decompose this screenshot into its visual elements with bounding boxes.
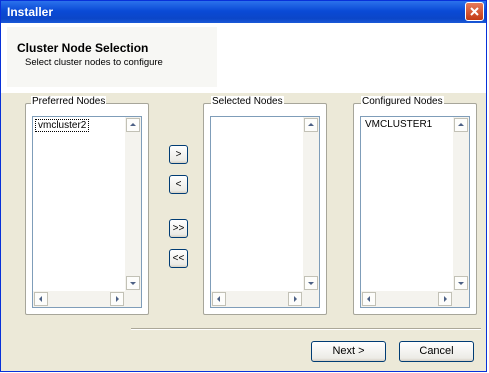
remove-all-nodes-button[interactable]: << bbox=[169, 249, 188, 268]
scroll-right-icon bbox=[116, 296, 119, 302]
page-subtitle: Select cluster nodes to configure bbox=[25, 57, 163, 68]
scroll-up-icon bbox=[308, 123, 314, 126]
selected-nodes-label: Selected Nodes bbox=[211, 96, 284, 107]
preferred-nodes-group: Preferred Nodes vmcluster2 bbox=[25, 96, 149, 315]
footer-divider bbox=[131, 328, 481, 330]
scroll-up-button[interactable] bbox=[304, 118, 318, 132]
installer-window: Installer Cluster Node Selection Select … bbox=[0, 0, 487, 372]
horizontal-scrollbar[interactable] bbox=[361, 291, 453, 307]
scroll-right-icon bbox=[444, 296, 447, 302]
add-node-button[interactable]: > bbox=[169, 145, 188, 164]
scroll-down-icon bbox=[130, 282, 136, 285]
vertical-scrollbar[interactable] bbox=[453, 117, 469, 291]
scrollbar-corner bbox=[453, 291, 469, 307]
scroll-right-button[interactable] bbox=[438, 292, 452, 306]
scroll-down-button[interactable] bbox=[304, 276, 318, 290]
remove-node-button[interactable]: < bbox=[169, 175, 188, 194]
scroll-left-icon bbox=[39, 296, 42, 302]
preferred-nodes-label: Preferred Nodes bbox=[31, 96, 107, 107]
title-bar[interactable]: Installer bbox=[1, 1, 486, 23]
close-icon bbox=[470, 7, 479, 16]
selected-nodes-list[interactable] bbox=[210, 116, 320, 308]
scroll-up-button[interactable] bbox=[454, 118, 468, 132]
list-item[interactable]: vmcluster2 bbox=[35, 119, 90, 132]
page-title: Cluster Node Selection bbox=[17, 41, 149, 55]
selected-nodes-group: Selected Nodes bbox=[203, 96, 327, 315]
cancel-button[interactable]: Cancel bbox=[399, 341, 474, 362]
scroll-left-icon bbox=[367, 296, 370, 302]
scroll-right-button[interactable] bbox=[110, 292, 124, 306]
scroll-left-button[interactable] bbox=[362, 292, 376, 306]
scroll-left-button[interactable] bbox=[212, 292, 226, 306]
configured-nodes-group: Configured Nodes VMCLUSTER1 bbox=[353, 96, 477, 315]
close-button[interactable] bbox=[465, 2, 484, 21]
scroll-up-icon bbox=[130, 123, 136, 126]
configured-nodes-list[interactable]: VMCLUSTER1 bbox=[360, 116, 470, 308]
scroll-left-icon bbox=[217, 296, 220, 302]
scroll-left-button[interactable] bbox=[34, 292, 48, 306]
scroll-down-icon bbox=[308, 282, 314, 285]
scroll-right-button[interactable] bbox=[288, 292, 302, 306]
scrollbar-corner bbox=[303, 291, 319, 307]
list-item[interactable]: VMCLUSTER1 bbox=[363, 119, 434, 130]
horizontal-scrollbar[interactable] bbox=[33, 291, 125, 307]
vertical-scrollbar[interactable] bbox=[125, 117, 141, 291]
add-all-nodes-button[interactable]: >> bbox=[169, 219, 188, 238]
next-button[interactable]: Next > bbox=[311, 341, 386, 362]
scroll-down-icon bbox=[458, 282, 464, 285]
scroll-down-button[interactable] bbox=[454, 276, 468, 290]
vertical-scrollbar[interactable] bbox=[303, 117, 319, 291]
preferred-nodes-list[interactable]: vmcluster2 bbox=[32, 116, 142, 308]
window-title: Installer bbox=[7, 5, 54, 19]
scrollbar-corner bbox=[125, 291, 141, 307]
scroll-up-icon bbox=[458, 123, 464, 126]
scroll-right-icon bbox=[294, 296, 297, 302]
scroll-up-button[interactable] bbox=[126, 118, 140, 132]
horizontal-scrollbar[interactable] bbox=[211, 291, 303, 307]
scroll-down-button[interactable] bbox=[126, 276, 140, 290]
configured-nodes-label: Configured Nodes bbox=[361, 96, 444, 107]
